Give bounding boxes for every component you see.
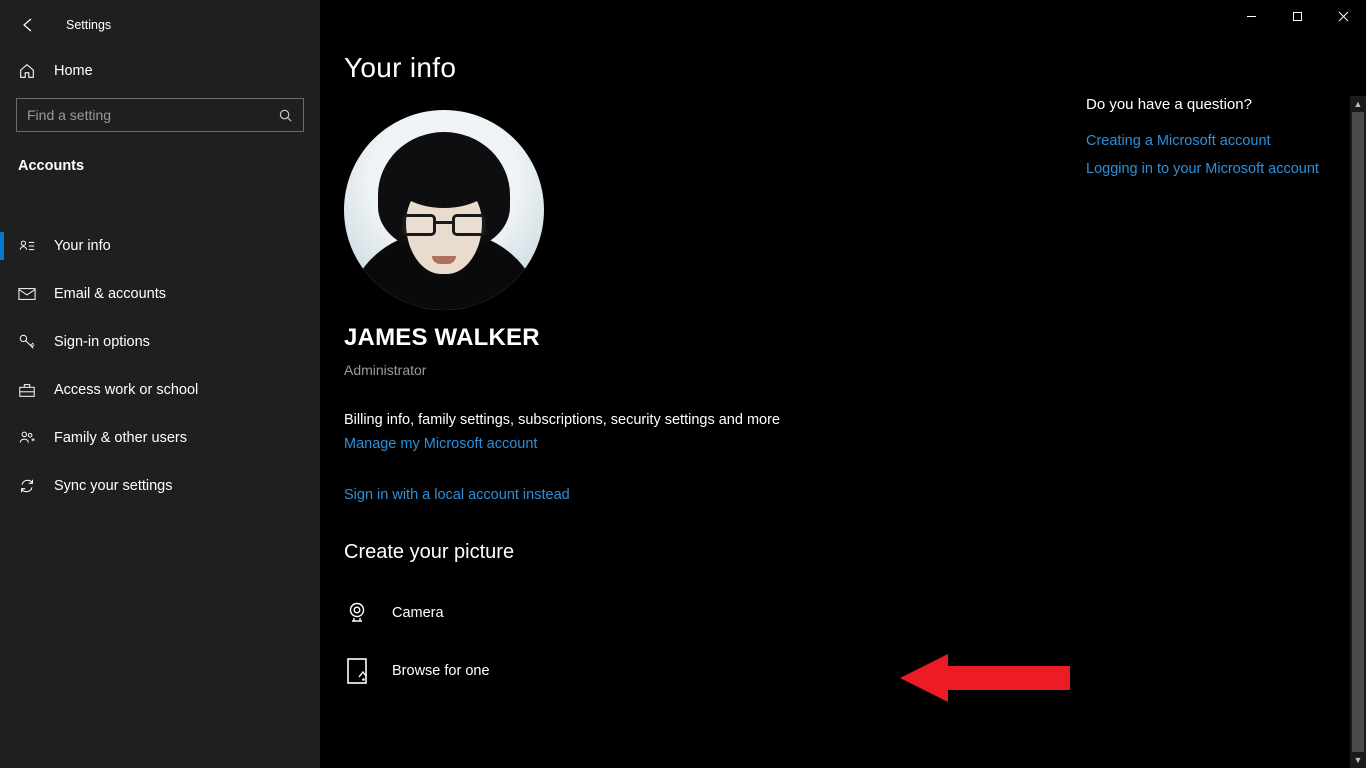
home-button[interactable]: Home bbox=[0, 44, 320, 94]
sidebar-item-sign-in-options[interactable]: Sign-in options bbox=[0, 318, 320, 366]
main-content: Your info JAMES WALKER Administrator Bil… bbox=[320, 0, 1366, 768]
help-link-login-account[interactable]: Logging in to your Microsoft account bbox=[1086, 161, 1336, 177]
sidebar-item-family-other-users[interactable]: Family & other users bbox=[0, 414, 320, 462]
search-input[interactable] bbox=[27, 107, 266, 123]
avatar bbox=[344, 110, 544, 310]
page-title: Your info bbox=[344, 52, 1366, 84]
back-button[interactable] bbox=[16, 13, 40, 37]
browse-option-label: Browse for one bbox=[392, 663, 490, 679]
help-panel: Do you have a question? Creating a Micro… bbox=[1086, 96, 1336, 189]
search-icon bbox=[278, 108, 293, 123]
section-header: Accounts bbox=[0, 148, 320, 186]
sidebar-item-label: Family & other users bbox=[54, 430, 187, 446]
mail-icon bbox=[18, 285, 36, 303]
camera-icon bbox=[344, 601, 370, 625]
user-role: Administrator bbox=[344, 362, 1366, 378]
home-label: Home bbox=[54, 63, 93, 79]
window-title: Settings bbox=[66, 18, 111, 32]
sidebar-item-email-accounts[interactable]: Email & accounts bbox=[0, 270, 320, 318]
sidebar: Settings Home Accounts Your info bbox=[0, 0, 320, 768]
sync-icon bbox=[18, 477, 36, 495]
key-icon bbox=[18, 333, 36, 351]
camera-option[interactable]: Camera bbox=[344, 592, 1366, 634]
minimize-button[interactable] bbox=[1228, 0, 1274, 32]
sidebar-item-label: Email & accounts bbox=[54, 286, 166, 302]
close-button[interactable] bbox=[1320, 0, 1366, 32]
create-picture-heading: Create your picture bbox=[344, 541, 1366, 564]
camera-option-label: Camera bbox=[392, 605, 444, 621]
help-link-create-account[interactable]: Creating a Microsoft account bbox=[1086, 133, 1336, 149]
image-file-icon bbox=[344, 657, 370, 685]
sidebar-item-label: Sign-in options bbox=[54, 334, 150, 350]
people-icon bbox=[18, 429, 36, 447]
manage-account-link[interactable]: Manage my Microsoft account bbox=[344, 436, 537, 452]
briefcase-icon bbox=[18, 381, 36, 399]
search-box[interactable] bbox=[16, 98, 304, 132]
browse-option[interactable]: Browse for one bbox=[344, 650, 1366, 692]
nav-list: Your info Email & accounts Sign-in optio… bbox=[0, 222, 320, 510]
sidebar-item-your-info[interactable]: Your info bbox=[0, 222, 320, 270]
local-account-link[interactable]: Sign in with a local account instead bbox=[344, 487, 570, 503]
sidebar-item-access-work-school[interactable]: Access work or school bbox=[0, 366, 320, 414]
sidebar-item-label: Access work or school bbox=[54, 382, 198, 398]
sidebar-item-label: Your info bbox=[54, 238, 111, 254]
help-heading: Do you have a question? bbox=[1086, 96, 1336, 113]
billing-info-text: Billing info, family settings, subscript… bbox=[344, 412, 1366, 428]
maximize-button[interactable] bbox=[1274, 0, 1320, 32]
scrollbar[interactable]: ▲ ▼ bbox=[1350, 96, 1366, 768]
scroll-thumb[interactable] bbox=[1352, 112, 1364, 752]
sidebar-item-label: Sync your settings bbox=[54, 478, 172, 494]
scroll-up-icon[interactable]: ▲ bbox=[1350, 96, 1366, 112]
user-name: JAMES WALKER bbox=[344, 324, 1366, 352]
sidebar-item-sync-settings[interactable]: Sync your settings bbox=[0, 462, 320, 510]
scroll-down-icon[interactable]: ▼ bbox=[1350, 752, 1366, 768]
home-icon bbox=[18, 62, 36, 80]
person-card-icon bbox=[18, 237, 36, 255]
